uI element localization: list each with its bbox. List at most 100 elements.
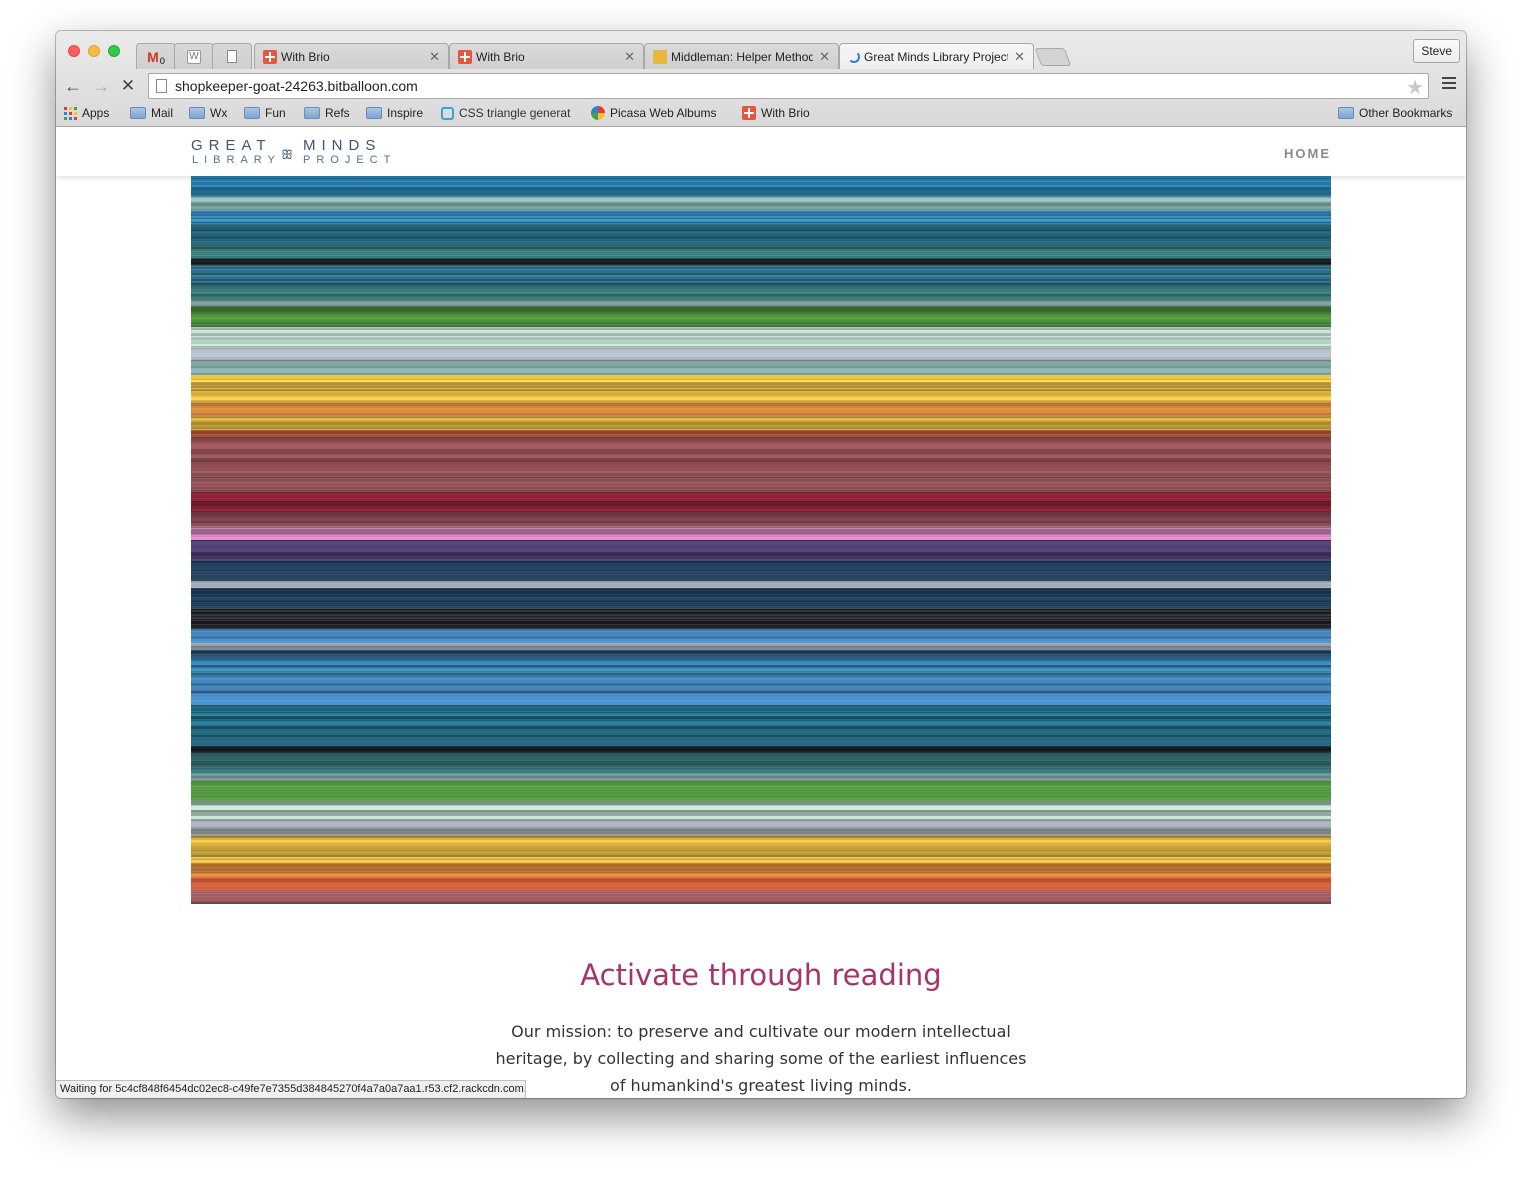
bookmark-with-brio[interactable]: With Brio bbox=[742, 106, 810, 120]
tab-with-brio-2[interactable]: With Brio ✕ bbox=[449, 43, 644, 69]
stripe-line bbox=[191, 631, 1331, 636]
stripe-line bbox=[191, 840, 1331, 843]
stripe-line bbox=[191, 782, 1331, 786]
stripe-line bbox=[191, 545, 1331, 549]
stripe-line bbox=[191, 762, 1331, 766]
stripe-line bbox=[191, 526, 1331, 529]
stripe-line bbox=[191, 271, 1331, 273]
stripe-line bbox=[191, 275, 1331, 277]
stripe-line bbox=[191, 529, 1331, 532]
stripe-line bbox=[191, 563, 1331, 567]
new-tab-button[interactable] bbox=[1034, 48, 1072, 66]
stripe-line bbox=[191, 700, 1331, 705]
pinned-tab-blank[interactable] bbox=[212, 43, 252, 69]
stripe-line bbox=[191, 694, 1331, 698]
bookmark-fun[interactable]: Fun bbox=[244, 106, 286, 120]
close-tab-icon[interactable]: ✕ bbox=[1014, 49, 1025, 65]
stripe-line bbox=[191, 741, 1331, 746]
stripe-line bbox=[191, 519, 1331, 521]
profile-button[interactable]: Steve bbox=[1413, 39, 1460, 63]
stripe-line bbox=[191, 737, 1331, 742]
bookmark-star-icon[interactable]: ★ bbox=[1406, 75, 1424, 100]
stripe-line bbox=[191, 220, 1331, 222]
folder-icon bbox=[244, 107, 260, 119]
stripe-line bbox=[191, 672, 1331, 676]
stripe-line bbox=[191, 608, 1331, 611]
stripe-line bbox=[191, 780, 1331, 782]
bookmark-mail[interactable]: Mail bbox=[130, 106, 173, 120]
stripe-line bbox=[191, 704, 1331, 708]
folder-icon bbox=[189, 107, 205, 119]
stripe-line bbox=[191, 781, 1331, 783]
zoom-window-button[interactable] bbox=[108, 45, 120, 57]
stripe-line bbox=[191, 192, 1331, 195]
stripe-line bbox=[191, 389, 1331, 392]
stripe-line bbox=[191, 821, 1331, 823]
stripe-line bbox=[191, 721, 1331, 726]
stripe-line bbox=[191, 822, 1331, 827]
stripe-line bbox=[191, 416, 1331, 419]
stripe-line bbox=[191, 515, 1331, 518]
bookmark-wx[interactable]: Wx bbox=[189, 106, 227, 120]
stripe-line bbox=[191, 628, 1331, 630]
stripe-line bbox=[191, 217, 1331, 220]
stripe-line bbox=[191, 429, 1331, 431]
stripe-line bbox=[191, 615, 1331, 618]
stripe-line bbox=[191, 614, 1331, 616]
stripe-line bbox=[191, 839, 1331, 841]
stripe-line bbox=[191, 838, 1331, 840]
stripe-line bbox=[191, 185, 1331, 187]
bookmark-apps[interactable]: Apps bbox=[64, 106, 109, 120]
pinned-tab-gmail[interactable]: M 0 bbox=[136, 43, 176, 69]
close-tab-icon[interactable]: ✕ bbox=[819, 49, 830, 65]
tab-with-brio-1[interactable]: With Brio ✕ bbox=[254, 43, 449, 69]
stop-loading-icon[interactable]: ✕ bbox=[118, 76, 138, 96]
stripe-line bbox=[191, 482, 1331, 487]
forward-arrow-icon[interactable]: → bbox=[91, 76, 111, 97]
bookmark-picasa[interactable]: Picasa Web Albums bbox=[591, 106, 717, 120]
stripe-line bbox=[191, 190, 1331, 192]
stripe-line bbox=[191, 359, 1331, 362]
stripe-line bbox=[191, 618, 1331, 621]
bookmark-other[interactable]: Other Bookmarks bbox=[1338, 106, 1452, 120]
close-tab-icon[interactable]: ✕ bbox=[429, 49, 440, 65]
stripe-line bbox=[191, 356, 1331, 360]
status-bar: Waiting for 5c4cf848f6454dc02ec8-c49fe7e… bbox=[56, 1080, 526, 1098]
stripe-line bbox=[191, 272, 1331, 276]
stripe-line bbox=[191, 588, 1331, 591]
stripe-line bbox=[191, 745, 1331, 747]
back-arrow-icon[interactable]: ← bbox=[63, 76, 83, 97]
address-bar[interactable]: shopkeeper-goat-24263.bitballoon.com ★ bbox=[148, 73, 1429, 99]
menu-hamburger-icon[interactable] bbox=[1442, 77, 1456, 92]
stripe-line bbox=[191, 800, 1331, 801]
stripe-line bbox=[191, 858, 1331, 861]
stripe-line bbox=[191, 246, 1331, 250]
nav-home-link[interactable]: HOME bbox=[1284, 146, 1331, 161]
tab-great-minds[interactable]: Great Minds Library Project ✕ bbox=[839, 43, 1034, 69]
minimize-window-button[interactable] bbox=[88, 45, 100, 57]
stripe-line bbox=[191, 534, 1331, 536]
stripe-line bbox=[191, 365, 1331, 369]
stripe-line bbox=[191, 655, 1331, 657]
web-page: GREAT MINDS ꕥ LIBRARY PROJECT HOME Activ… bbox=[56, 128, 1466, 1098]
close-window-button[interactable] bbox=[68, 45, 80, 57]
stripe-line bbox=[191, 809, 1331, 812]
stripe-line bbox=[191, 553, 1331, 556]
close-tab-icon[interactable]: ✕ bbox=[624, 49, 635, 65]
url-text[interactable]: shopkeeper-goat-24263.bitballoon.com bbox=[175, 78, 418, 94]
stripe-line bbox=[191, 653, 1331, 655]
bookmark-refs[interactable]: Refs bbox=[304, 106, 350, 120]
stripe-line bbox=[191, 181, 1331, 182]
stripe-line bbox=[191, 773, 1331, 776]
stripe-line bbox=[191, 510, 1331, 513]
stripe-line bbox=[191, 791, 1331, 795]
pinned-tab-w[interactable]: W bbox=[174, 43, 214, 69]
folder-icon bbox=[304, 107, 320, 119]
stripe-line bbox=[191, 349, 1331, 354]
stripe-line bbox=[191, 372, 1331, 376]
stripe-line bbox=[191, 301, 1331, 304]
stripe-line bbox=[191, 197, 1331, 202]
bookmark-css-triangle[interactable]: CSS triangle generat bbox=[441, 106, 570, 120]
tab-middleman[interactable]: Middleman: Helper Methods ✕ bbox=[644, 43, 839, 69]
bookmark-inspire[interactable]: Inspire bbox=[366, 106, 423, 120]
